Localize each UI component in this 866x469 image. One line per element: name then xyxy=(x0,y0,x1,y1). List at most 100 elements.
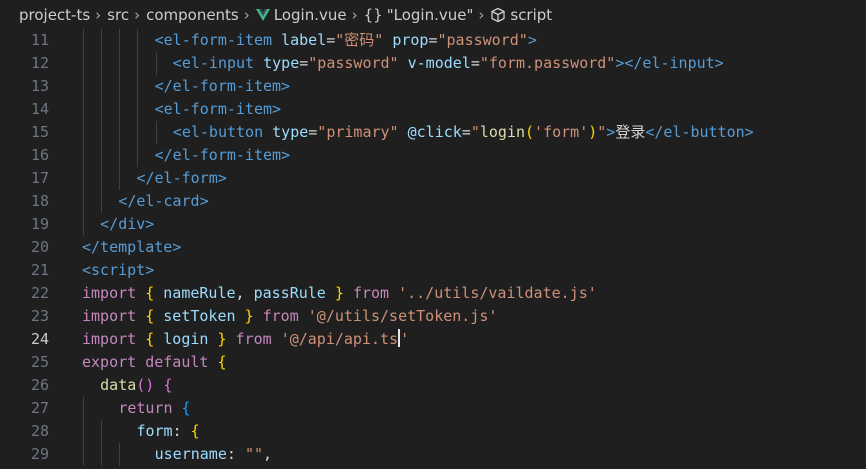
code-token: <el-button xyxy=(172,123,273,141)
code-text: data() { xyxy=(100,374,172,397)
code-token: <el-input xyxy=(172,54,264,72)
code-line[interactable]: 16 </el-form-item> xyxy=(0,144,866,167)
indent-guide xyxy=(101,29,103,52)
code-text: export default { xyxy=(82,351,227,374)
code-token: } xyxy=(217,330,227,348)
code-token: ( xyxy=(525,123,535,141)
breadcrumb-item-components[interactable]: components xyxy=(146,6,239,24)
code-token: type xyxy=(272,123,309,141)
code-token: </template> xyxy=(82,238,182,256)
code-line[interactable]: 25 export default { xyxy=(0,351,866,374)
code-line[interactable]: 17 </el-form> xyxy=(0,167,866,190)
line-number: 26 xyxy=(30,376,49,394)
indent-guide xyxy=(155,52,157,75)
indent-guide xyxy=(101,144,103,167)
code-line[interactable]: 22 import { nameRule, passRule } from '..… xyxy=(0,282,866,305)
code-token: > xyxy=(527,31,537,49)
code-token: "password" xyxy=(308,54,399,72)
indent-guide xyxy=(137,29,139,52)
code-token: </el-form> xyxy=(136,169,227,187)
code-token: <el-form-item> xyxy=(154,100,282,118)
code-token: '@/utils/setToken.js' xyxy=(307,307,498,325)
indent-guide xyxy=(83,443,84,466)
code-token: </el-form-item> xyxy=(154,146,291,164)
code-token: " xyxy=(470,123,480,141)
code-line[interactable]: 24 import { login } from '@/api/api.ts ' xyxy=(0,328,866,351)
indent-guide xyxy=(119,121,121,144)
code-line[interactable]: 11 <el-form-item label="密码" prop="passwor… xyxy=(0,29,866,52)
code-text: </el-form-item> xyxy=(155,144,290,167)
indent-guide xyxy=(137,144,139,167)
code-token: nameRule xyxy=(163,284,236,302)
code-text: import { nameRule, passRule } from '../u… xyxy=(82,282,597,305)
code-line[interactable]: 23 import { setToken } from '@/utils/setT… xyxy=(0,305,866,328)
code-token: '../utils/vaildate.js' xyxy=(398,284,597,302)
code-token: import xyxy=(82,330,137,348)
code-token: from xyxy=(262,307,299,325)
code-token: = xyxy=(299,54,309,72)
breadcrumb-item-module[interactable]: "Login.vue" xyxy=(387,6,474,24)
code-token: from xyxy=(235,330,272,348)
code-line[interactable]: 20 </template> xyxy=(0,236,866,259)
code-token: = xyxy=(461,123,471,141)
line-number: 19 xyxy=(30,215,49,233)
code-line[interactable]: 14 <el-form-item> xyxy=(0,98,866,121)
code-token: @click xyxy=(407,123,462,141)
breadcrumb-item-script[interactable]: script xyxy=(510,6,552,24)
code-editor[interactable]: 11 <el-form-item label="密码" prop="passwor… xyxy=(0,29,866,469)
code-token: from xyxy=(352,284,390,302)
code-text: </div> xyxy=(100,213,154,236)
indent-guide xyxy=(137,121,139,144)
code-line[interactable]: 26 data() { xyxy=(0,374,866,397)
code-token: { xyxy=(145,284,155,302)
code-token: '@/api/api.ts xyxy=(280,330,399,348)
code-token: login xyxy=(479,123,526,141)
line-number: 15 xyxy=(30,123,49,141)
breadcrumb-item-project[interactable]: project-ts xyxy=(19,6,90,24)
indent-guide xyxy=(119,75,121,98)
code-token: "primary" xyxy=(317,123,399,141)
code-text: <el-form-item label="密码" prop="password"… xyxy=(155,29,537,52)
code-line[interactable]: 29 username: "", xyxy=(0,443,866,466)
breadcrumb-item-src[interactable]: src xyxy=(107,6,129,24)
code-text: <script> xyxy=(82,259,154,282)
code-text: <el-form-item> xyxy=(155,98,281,121)
code-token: = xyxy=(326,31,336,49)
code-token: 'form' xyxy=(534,123,589,141)
breadcrumb-item-file[interactable]: Login.vue xyxy=(274,6,347,24)
code-line[interactable]: 27 return { xyxy=(0,397,866,420)
code-token: : xyxy=(226,445,245,463)
code-token: : xyxy=(172,422,191,440)
code-token: default xyxy=(145,353,209,371)
code-line[interactable]: 15 <el-button type="primary" @click="logi… xyxy=(0,121,866,144)
line-number: 12 xyxy=(30,54,49,72)
code-token: v-model xyxy=(407,54,471,72)
code-line[interactable]: 13 </el-form-item> xyxy=(0,75,866,98)
code-token: { xyxy=(163,376,173,394)
code-text: </el-form> xyxy=(136,167,226,190)
code-line[interactable]: 21 <script> xyxy=(0,259,866,282)
code-token: setToken xyxy=(163,307,236,325)
code-token: { xyxy=(145,330,155,348)
line-number: 29 xyxy=(30,445,49,463)
line-number: 17 xyxy=(30,169,49,187)
code-line[interactable]: 28 form: { xyxy=(0,420,866,443)
code-line[interactable]: 19 </div> xyxy=(0,213,866,236)
code-line[interactable]: 12 <el-input type="password" v-model="for… xyxy=(0,52,866,75)
indent-guide xyxy=(83,29,84,52)
code-line[interactable]: 18 </el-card> xyxy=(0,190,866,213)
code-text: </el-card> xyxy=(118,190,208,213)
vue-file-icon xyxy=(255,9,270,21)
indent-guide xyxy=(101,443,103,466)
chevron-right-icon: › xyxy=(95,6,102,24)
indent-guide xyxy=(101,75,103,98)
